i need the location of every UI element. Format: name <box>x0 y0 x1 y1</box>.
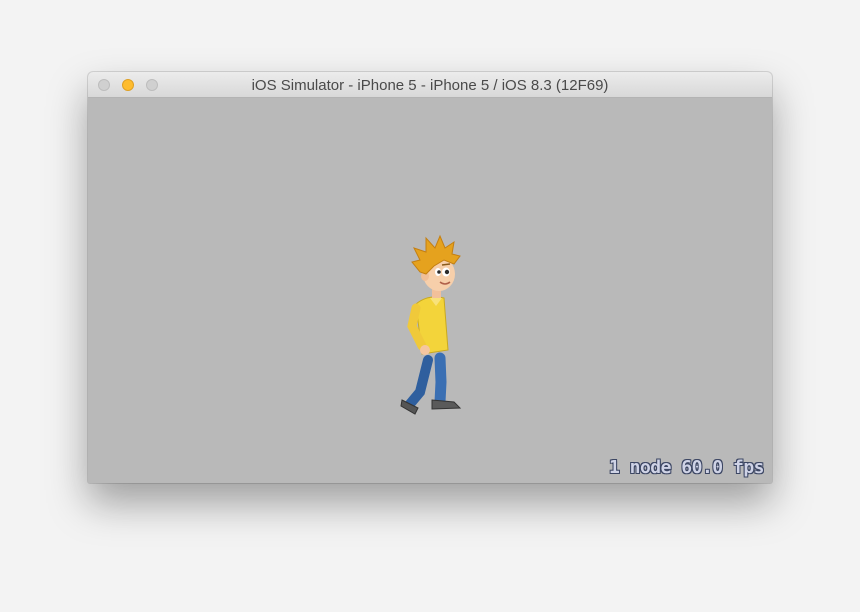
fps-stats-label: 1 node 60.0 fps <box>608 457 765 478</box>
title-bar[interactable]: iOS Simulator - iPhone 5 - iPhone 5 / iO… <box>88 72 772 98</box>
game-scene[interactable]: 1 node 60.0 fps <box>88 98 772 483</box>
walking-boy-character <box>400 234 462 415</box>
simulator-window: iOS Simulator - iPhone 5 - iPhone 5 / iO… <box>88 72 772 483</box>
window-title: iOS Simulator - iPhone 5 - iPhone 5 / iO… <box>251 77 609 94</box>
